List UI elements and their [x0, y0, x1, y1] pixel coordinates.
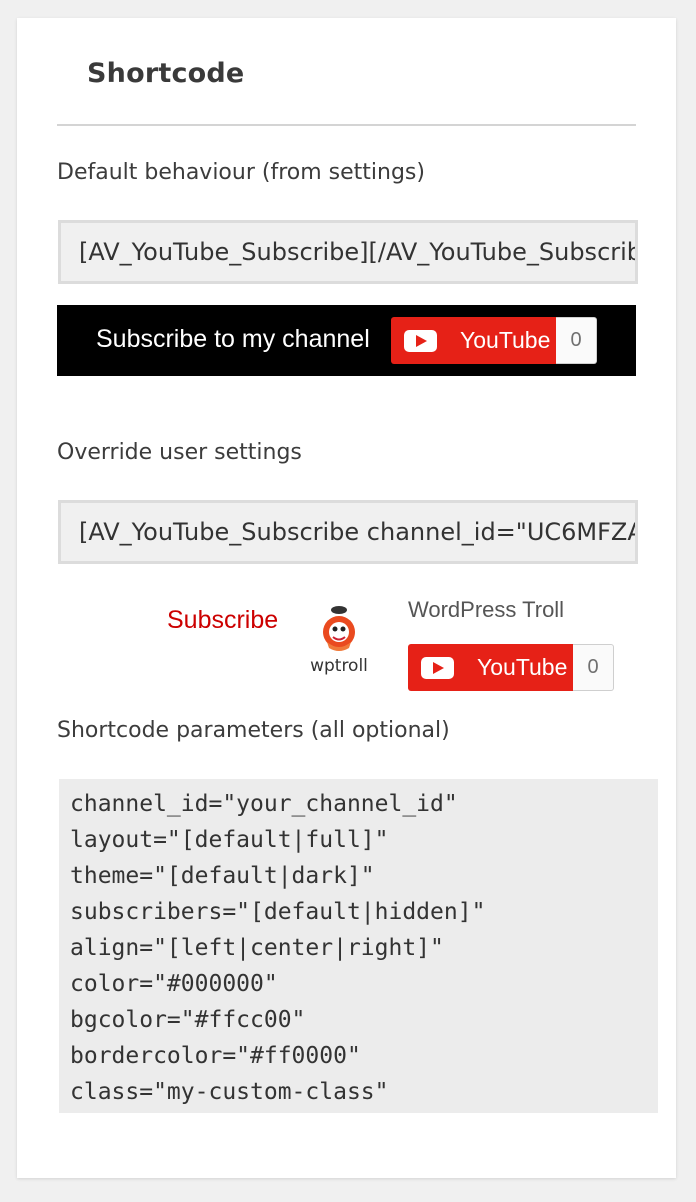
wptroll-channel-logo[interactable]: wptroll [291, 596, 387, 692]
param-line: bgcolor="#ffcc00" [70, 1007, 306, 1033]
default-shortcode-input[interactable] [58, 220, 638, 284]
param-line: bordercolor="#ff0000" [70, 1043, 361, 1069]
youtube-play-icon [421, 656, 454, 679]
param-line: align="[left|center|right]" [70, 935, 444, 961]
channel-name[interactable]: WordPress Troll [408, 597, 564, 623]
youtube-subscribe-button[interactable]: YouTube [408, 644, 573, 691]
param-line: subscribers="[default|hidden]" [70, 899, 486, 925]
param-line: channel_id="your_channel_id" [70, 791, 458, 817]
override-shortcode-input[interactable] [58, 500, 638, 564]
shortcode-panel: Shortcode Default behaviour (from settin… [17, 18, 676, 1178]
wptroll-mascot-icon: wptroll [310, 606, 368, 676]
youtube-button-label: YouTube [477, 654, 568, 680]
param-line: color="#000000" [70, 971, 278, 997]
override-settings-label: Override user settings [57, 440, 302, 465]
youtube-subscribe-button[interactable]: YouTube [391, 317, 556, 364]
youtube-button-label: YouTube [460, 327, 551, 353]
default-subscribe-preview: Subscribe to my channel YouTube 0 [57, 305, 636, 376]
param-line: class="my-custom-class" [70, 1079, 389, 1105]
param-line: layout="[default|full]" [70, 827, 389, 853]
default-behaviour-label: Default behaviour (from settings) [57, 160, 425, 185]
subscriber-count: 0 [556, 317, 597, 364]
title-divider [57, 124, 636, 126]
youtube-play-icon [404, 329, 437, 352]
subscriber-count: 0 [573, 644, 614, 691]
parameters-code-block: channel_id="your_channel_id" layout="[def… [59, 779, 658, 1113]
param-line: theme="[default|dark]" [70, 863, 375, 889]
subscribe-text: Subscribe to my channel [96, 325, 370, 353]
panel-title: Shortcode [87, 58, 245, 89]
subscribe-text: Subscribe [167, 606, 279, 634]
wptroll-logo-text: wptroll [310, 656, 368, 676]
parameters-label: Shortcode parameters (all optional) [57, 718, 450, 743]
